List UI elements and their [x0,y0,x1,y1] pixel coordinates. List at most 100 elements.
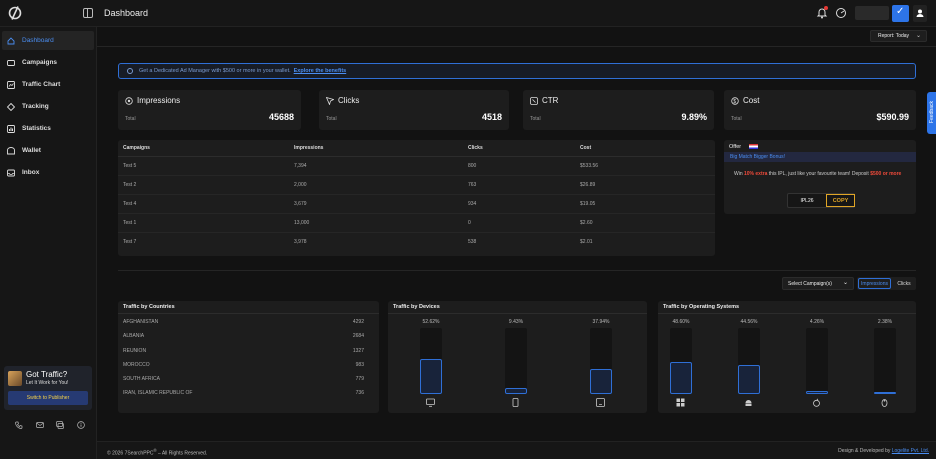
report-range-dropdown[interactable]: Report: Today ⌄ [870,30,927,42]
table-cell: 2,000 [294,182,307,188]
bar-percentage: 2.38% [877,319,893,325]
help-icon[interactable] [77,421,85,429]
table-cell: $2.01 [580,239,593,245]
dollar-icon: $ [731,97,739,105]
windows-icon [676,398,685,407]
chat-icon[interactable] [56,421,65,429]
table-cell: $26.89 [580,182,596,188]
country-name: IRAN, ISLAMIC REPUBLIC OF [123,390,193,396]
table-cell: $2.60 [580,220,593,226]
sidebar-item-tracking[interactable]: Tracking [2,97,94,116]
stat-card-impressions: Impressions Total 45688 [118,90,301,130]
column-header: Clicks [468,145,483,151]
sidebar-toggle-icon[interactable] [83,8,93,18]
sidebar-item-wallet[interactable]: Wallet [2,141,94,160]
bar-track [806,328,828,394]
column-header: Cost [580,145,592,151]
offer-title: Offer [729,144,742,150]
chevron-down-icon: ⌄ [915,33,921,39]
bar-fill [806,391,828,394]
toggle-clicks[interactable]: Clicks [893,278,915,289]
country-name: REUNION [123,348,147,354]
ad-manager-banner: Get a Dedicated Ad Manager with $500 or … [118,63,916,79]
footer-copyright: © 2026 7SearchPPC® – All Rights Reserved… [107,448,207,457]
explore-benefits-link[interactable]: Explore the benefits [294,68,347,74]
offer-text-part: Win [734,171,744,177]
stat-total-label: Total [731,116,742,122]
divider [658,313,916,314]
table-row[interactable]: Test 7 3,978 538 $2.01 [118,233,715,252]
table-row[interactable]: Test 2 2,000 763 $26.89 [118,176,715,195]
sidebar-item-traffic-chart[interactable]: Traffic Chart [2,75,94,94]
mobile-icon [512,398,519,407]
gauge-icon[interactable] [835,7,847,19]
user-name-field[interactable] [855,6,889,20]
tablet-icon [596,398,605,407]
offer-description: Win 10% extra this IPL, just like your f… [734,170,909,178]
logo-icon[interactable] [7,5,23,21]
sidebar-item-dashboard[interactable]: Dashboard [2,31,94,50]
table-cell: Test 4 [123,201,137,207]
inbox-icon [7,169,15,176]
bar-fill [505,388,527,394]
bar-fill [738,365,760,394]
sidebar-item-label: Inbox [22,169,40,176]
country-name: SOUTH AFRICA [123,376,160,382]
sidebar-item-campaigns[interactable]: Campaigns [2,53,94,72]
divider [388,313,647,314]
stat-title: CTR [542,96,559,105]
table-row[interactable]: Test 5 7,394 800 $533.56 [118,157,715,176]
bar-percentage: 37.94% [592,319,610,325]
feedback-tab[interactable]: Feedback [927,92,936,134]
switch-to-publisher-button[interactable]: Switch to Publisher [8,391,88,405]
country-value: 4292 [352,319,364,325]
android-icon [745,400,752,406]
mail-icon[interactable] [35,421,44,429]
linux-icon [881,399,888,407]
country-value: 1327 [352,348,364,354]
sidebar-item-label: Statistics [22,125,51,132]
phone-icon[interactable] [15,421,23,429]
user-menu-button[interactable] [913,5,927,22]
copy-button[interactable]: COPY [826,194,855,207]
table-cell: Test 7 [123,239,137,245]
stat-total-label: Total [125,116,136,122]
switch-icon: ✓ [896,6,905,17]
account-switch-button[interactable]: ✓ [892,5,909,22]
table-cell: Test 5 [123,163,137,169]
offer-card: Offer Big Match Bigger Bonus! Win 10% ex… [724,140,916,214]
toggle-impressions[interactable]: Impressions [858,278,891,289]
sidebar-item-inbox[interactable]: Inbox [2,163,94,182]
info-icon [127,68,133,74]
wallet-icon [7,146,15,154]
column-header: Impressions [294,145,324,151]
table-cell: $533.56 [580,163,599,169]
footer: © 2026 7SearchPPC® – All Rights Reserved… [97,441,936,459]
bar-fill [670,362,692,394]
select-campaigns-dropdown[interactable]: Select Campaign(s) ⌄ [782,277,854,290]
panel-title: Traffic by Devices [393,304,440,310]
offer-highlight: 10% extra [744,171,768,177]
table-row[interactable]: Test 1 13,000 0 $2.60 [118,214,715,233]
main-content: Report: Today ⌄ Get a Dedicated Ad Manag… [97,27,936,459]
footer-credit: Design & Developed by Logelite Pvt. Ltd. [838,448,929,454]
home-icon [7,36,15,44]
report-range-label: Report: Today [878,33,910,39]
table-cell: 800 [468,163,477,169]
panel-title: Traffic by Operating Systems [663,304,740,310]
country-value: 736 [355,390,364,396]
stat-title: Cost [743,96,760,105]
promo-image [8,371,22,386]
bar-percentage: 44.56% [740,319,758,325]
bar-track [505,328,527,394]
developer-link[interactable]: Logelite Pvt. Ltd. [892,448,929,454]
table-cell: $19.05 [580,201,596,207]
campaigns-icon [7,59,15,66]
offer-highlight: $500 or more [870,171,902,177]
page-title: Dashboard [104,8,149,18]
sidebar-item-statistics[interactable]: Statistics [2,119,94,138]
table-row[interactable]: Test 4 3,679 934 $19.05 [118,195,715,214]
stat-card-clicks: Clicks Total 4518 [319,90,509,130]
sidebar-item-label: Traffic Chart [22,81,61,88]
table-cell: 13,000 [294,220,310,226]
